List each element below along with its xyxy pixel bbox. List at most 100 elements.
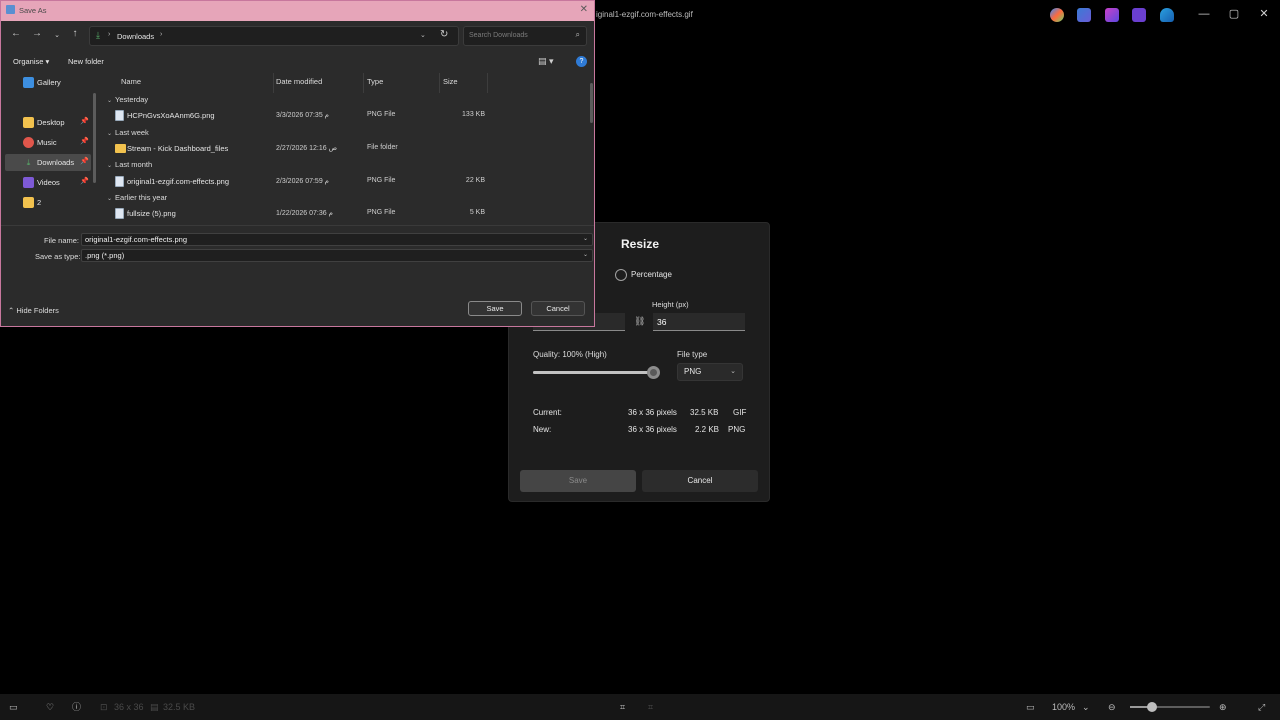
designer-icon[interactable] xyxy=(1105,8,1119,22)
zoom-in-icon[interactable]: ⊕ xyxy=(1219,694,1227,720)
file-name: fullsize (5).png xyxy=(127,209,176,218)
minimize-button[interactable]: — xyxy=(1194,6,1214,22)
file-type: PNG File xyxy=(367,177,396,184)
help-icon[interactable]: ? xyxy=(576,56,587,67)
copilot-icon[interactable] xyxy=(1050,8,1064,22)
info-icon[interactable]: ⓘ xyxy=(72,694,81,720)
column-name[interactable]: Name xyxy=(121,77,141,86)
maximize-button[interactable]: ▢ xyxy=(1224,6,1244,22)
address-bar[interactable]: ⤓ › Downloads › ⌄ ↻ xyxy=(89,26,459,46)
group-label: Earlier this year xyxy=(115,193,168,202)
filetype-select[interactable]: PNG ⌄ xyxy=(677,363,743,381)
sidebar-scrollbar[interactable] xyxy=(93,93,96,183)
chevron-down-icon: ⌄ xyxy=(107,131,113,137)
column-divider[interactable] xyxy=(273,73,274,93)
pin-icon: 📌 xyxy=(80,178,89,185)
back-icon[interactable]: ← xyxy=(9,28,23,39)
percentage-radio[interactable] xyxy=(615,269,627,281)
zoom-dropdown-icon[interactable]: ⌄ xyxy=(1082,694,1090,720)
view-options-icon[interactable]: ▤ ▾ xyxy=(538,56,554,67)
breadcrumb-separator-icon: › xyxy=(108,31,111,38)
recent-dropdown-icon[interactable]: ⌄ xyxy=(50,31,64,39)
new-size: 2.2 KB xyxy=(695,425,720,434)
save-as-type-select[interactable]: .png (*.png) ⌄ xyxy=(81,249,593,262)
refresh-icon[interactable]: ↻ xyxy=(440,29,448,40)
column-divider[interactable] xyxy=(363,73,364,93)
sidebar-item-label: Videos xyxy=(37,178,60,187)
sidebar-item-gallery[interactable]: Gallery xyxy=(5,74,91,91)
close-window-button[interactable]: ✕ xyxy=(1254,6,1274,22)
gallery-icon xyxy=(23,77,34,88)
folder-icon xyxy=(23,117,34,128)
fullscreen-icon[interactable]: ⤢ xyxy=(1258,694,1265,720)
cancel-button[interactable]: Cancel xyxy=(531,301,585,316)
quality-slider[interactable] xyxy=(533,366,660,379)
dialog-close-button[interactable]: ✕ xyxy=(580,4,588,15)
group-header[interactable]: ⌄ Yesterday xyxy=(107,95,148,104)
file-type: PNG File xyxy=(367,111,396,118)
address-dropdown-icon[interactable]: ⌄ xyxy=(420,31,426,39)
height-label: Height (px) xyxy=(652,300,689,309)
group-header[interactable]: ⌄ Last month xyxy=(107,160,152,169)
resize-cancel-button[interactable]: Cancel xyxy=(642,470,758,492)
new-folder-button[interactable]: New folder xyxy=(68,57,104,66)
file-size: 133 KB xyxy=(462,111,485,118)
quality-slider-knob[interactable] xyxy=(646,366,660,379)
file-row[interactable]: HCPnGvsXoAAnm6G.png 3/3/2026 07:35 م PNG… xyxy=(105,107,585,123)
file-list-scrollbar[interactable] xyxy=(590,83,593,123)
favorite-icon[interactable]: ♡ xyxy=(46,694,54,720)
column-divider[interactable] xyxy=(439,73,440,93)
onedrive-icon[interactable] xyxy=(1160,8,1174,22)
column-divider[interactable] xyxy=(487,73,488,93)
actual-size-icon[interactable]: ▭ xyxy=(1026,694,1035,720)
column-date-modified[interactable]: Date modified xyxy=(276,77,322,86)
dialog-titlebar[interactable]: Save As ✕ xyxy=(1,1,594,21)
column-size[interactable]: Size xyxy=(443,77,458,86)
file-row[interactable]: fullsize (5).png 1/22/2026 07:36 م PNG F… xyxy=(105,205,585,221)
group-label: Yesterday xyxy=(115,95,149,104)
sidebar-item-videos[interactable]: Videos 📌 xyxy=(5,174,91,191)
download-icon: ⤓ xyxy=(96,30,100,40)
sidebar-item-label: Downloads xyxy=(37,158,75,167)
sidebar-item-music[interactable]: Music 📌 xyxy=(5,134,91,151)
file-date: 2/27/2026 12:16 ص xyxy=(276,145,338,152)
link-aspect-icon[interactable]: ⛓ xyxy=(634,316,645,327)
zoom-out-icon[interactable]: ⊖ xyxy=(1108,694,1116,720)
chevron-down-icon: ⌄ xyxy=(107,196,113,202)
zoom-slider-knob[interactable] xyxy=(1147,702,1157,712)
search-icon: ⌕ xyxy=(575,30,580,39)
file-name-input[interactable]: original1-ezgif.com-effects.png ⌄ xyxy=(81,233,593,246)
clipchamp-icon[interactable] xyxy=(1132,8,1146,22)
resize-save-button[interactable]: Save xyxy=(520,470,636,492)
file-row[interactable]: original1-ezgif.com-effects.png 2/3/2026… xyxy=(105,173,585,189)
file-row[interactable]: Stream - Kick Dashboard_files 2/27/2026 … xyxy=(105,140,585,156)
zoom-value[interactable]: 100% xyxy=(1052,694,1075,720)
height-input[interactable]: 36 xyxy=(653,313,745,331)
search-box[interactable]: Search Downloads ⌕ xyxy=(463,26,587,46)
save-button[interactable]: Save xyxy=(468,301,522,316)
video-icon xyxy=(23,177,34,188)
up-icon[interactable]: ↑ xyxy=(68,28,82,39)
group-header[interactable]: ⌄ Earlier this year xyxy=(107,193,167,202)
forward-icon[interactable]: → xyxy=(30,28,44,39)
hide-folders-button[interactable]: ⌃ Hide Folders xyxy=(8,306,59,315)
folder-icon xyxy=(115,144,126,153)
sidebar-item-downloads[interactable]: ⤓ Downloads 📌 xyxy=(5,154,91,171)
crop-icon[interactable]: ⌗ xyxy=(620,694,625,720)
pin-icon: 📌 xyxy=(80,118,89,125)
viewer-bottom-bar: ▭ ♡ ⓘ ⊡ 36 x 36 ▤ 32.5 KB ⌗ ⌗ ▭ 100% ⌄ ⊖… xyxy=(0,694,1280,720)
filmstrip-icon[interactable]: ▭ xyxy=(9,694,18,720)
group-header[interactable]: ⌄ Last week xyxy=(107,128,149,137)
current-label: Current: xyxy=(533,408,562,417)
edit-icon[interactable] xyxy=(1077,8,1091,22)
save-as-type-label: Save as type: xyxy=(35,252,81,261)
download-icon: ⤓ xyxy=(26,158,31,167)
organise-button[interactable]: Organise ▾ xyxy=(13,57,49,66)
file-date: 1/22/2026 07:36 م xyxy=(276,210,333,217)
breadcrumb-downloads[interactable]: Downloads xyxy=(117,32,154,41)
sidebar-item-2[interactable]: 2 xyxy=(5,194,91,211)
sidebar-item-desktop[interactable]: Desktop 📌 xyxy=(5,114,91,131)
chevron-down-icon[interactable]: ⌄ xyxy=(583,234,588,245)
column-type[interactable]: Type xyxy=(367,77,383,86)
zoom-slider[interactable] xyxy=(1130,702,1210,712)
